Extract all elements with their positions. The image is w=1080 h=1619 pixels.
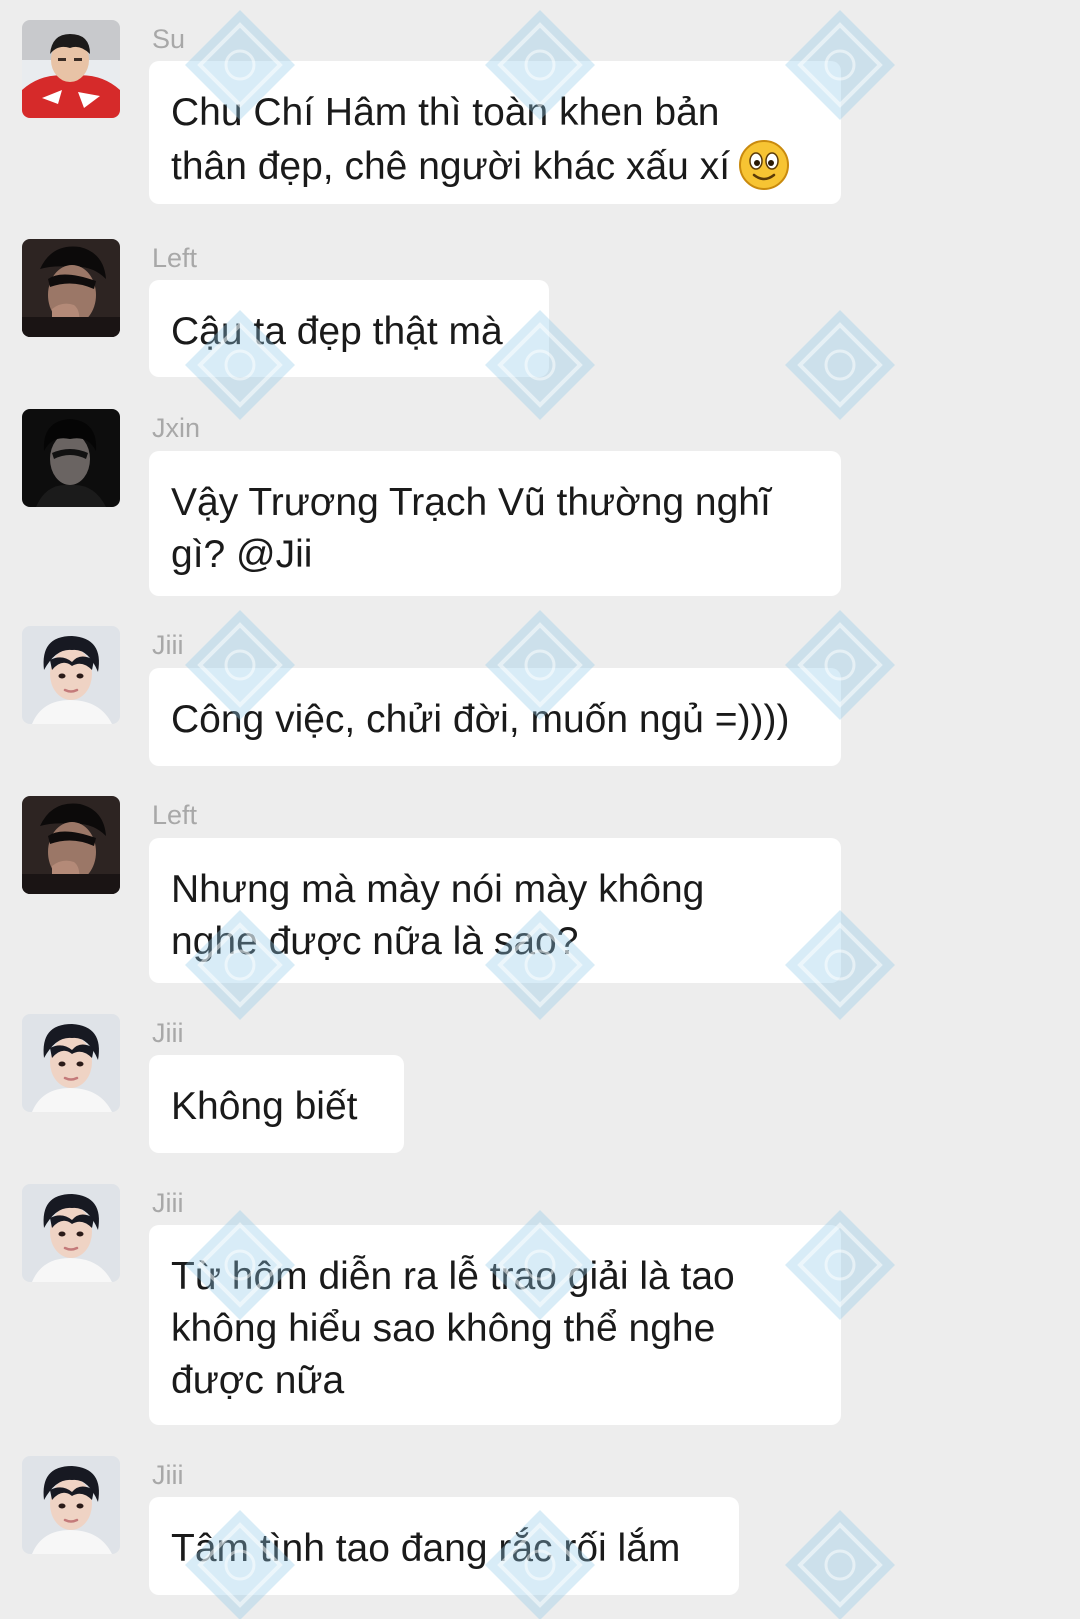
message-bubble[interactable]: Cậu ta đẹp thật mà bbox=[149, 280, 549, 377]
message-bubble[interactable]: Không biết bbox=[149, 1055, 404, 1153]
message-text: Tâm tình tao đang rắc rối lắm bbox=[171, 1527, 681, 1570]
message-text: Công việc, chửi đời, muốn ngủ =)))) bbox=[171, 698, 790, 741]
sender-name: Jiii bbox=[152, 1188, 184, 1218]
message-bubble[interactable]: Từ hôm diễn ra lễ trao giải là tao không… bbox=[149, 1225, 841, 1425]
sender-name: Left bbox=[152, 800, 198, 830]
message-text: Từ hôm diễn ra lễ trao giải là tao không… bbox=[171, 1255, 735, 1402]
su-avatar[interactable] bbox=[22, 20, 120, 118]
message-line: Chu Chí Hâm thì toàn khen bản bbox=[171, 91, 720, 134]
message-text: Chu Chí Hâm thì toàn khen bản thân đẹp, … bbox=[171, 91, 730, 188]
sender-name: Jxin bbox=[152, 413, 201, 443]
sender-name: Left bbox=[152, 243, 198, 273]
message-text: Vậy Trương Trạch Vũ thường nghĩ gì? @Jii bbox=[171, 481, 771, 576]
message-bubble[interactable]: Nhưng mà mày nói mày không nghe được nữa… bbox=[149, 838, 841, 983]
jxin-avatar[interactable] bbox=[22, 409, 120, 507]
message-line: thân đẹp, chê người khác xấu xí bbox=[171, 145, 731, 188]
sender-name: Jiii bbox=[152, 1018, 184, 1048]
message-bubble[interactable]: Chu Chí Hâm thì toàn khen bản thân đẹp, … bbox=[149, 61, 841, 204]
jiii-avatar[interactable] bbox=[22, 1014, 120, 1112]
jiii-avatar[interactable] bbox=[22, 626, 120, 724]
sender-name: Su bbox=[152, 24, 186, 54]
message-bubble[interactable]: Tâm tình tao đang rắc rối lắm bbox=[149, 1497, 739, 1595]
jiii-avatar[interactable] bbox=[22, 1456, 120, 1554]
message-text: Không biết bbox=[171, 1085, 358, 1128]
message-text: Nhưng mà mày nói mày không nghe được nữa… bbox=[171, 868, 705, 963]
message-bubble[interactable]: Vậy Trương Trạch Vũ thường nghĩ gì? @Jii bbox=[149, 451, 841, 596]
left-avatar[interactable] bbox=[22, 239, 120, 337]
message-bubble[interactable]: Công việc, chửi đời, muốn ngủ =)))) bbox=[149, 668, 841, 766]
jiii-avatar[interactable] bbox=[22, 1184, 120, 1282]
sender-name: Jiii bbox=[152, 1460, 184, 1490]
left-avatar[interactable] bbox=[22, 796, 120, 894]
smiley-face-icon bbox=[739, 140, 790, 190]
message-text: Cậu ta đẹp thật mà bbox=[171, 310, 503, 353]
chat-message-list[interactable]: Su Chu Chí Hâm thì toàn khen bản thân đẹ… bbox=[0, 0, 1080, 1619]
sender-name: Jiii bbox=[152, 630, 184, 660]
